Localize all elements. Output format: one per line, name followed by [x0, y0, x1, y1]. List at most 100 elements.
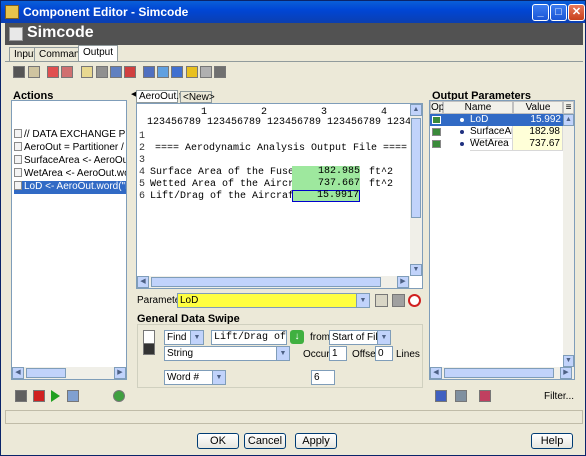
unit-label: ft^2 — [369, 167, 394, 178]
scroll-left-icon[interactable]: ◀ — [430, 367, 442, 379]
ok-button[interactable]: OK — [197, 433, 239, 449]
new-file-icon[interactable] — [81, 66, 93, 78]
close-button[interactable]: ✕ — [568, 4, 585, 21]
clear-output-icon[interactable] — [479, 390, 491, 402]
scroll-thumb[interactable] — [151, 277, 381, 287]
editor-tab-aeroout[interactable]: AeroOut.txt — [136, 90, 190, 103]
list-item[interactable]: AeroOut = Partitioner / Te — [14, 142, 126, 155]
list-item[interactable]: WetArea <- AeroOut.word — [14, 168, 126, 181]
scroll-up-icon[interactable]: ▲ — [563, 114, 574, 126]
remove-output-icon[interactable] — [455, 390, 467, 402]
component-icon — [9, 27, 23, 41]
word-select[interactable]: Word # ▼ — [164, 370, 226, 385]
output-params-table[interactable]: Op Name Value ≡ LoD 15.992 SurfaceArea 1… — [429, 100, 575, 380]
binoculars-icon[interactable] — [13, 66, 25, 78]
scroll-left-icon[interactable]: ◀ — [137, 276, 149, 288]
link-icon[interactable] — [157, 66, 169, 78]
maximize-button[interactable]: □ — [550, 4, 567, 21]
parameter-select[interactable]: LoD ▼ — [177, 293, 370, 308]
apply-button[interactable]: Apply — [295, 433, 337, 449]
editor-vscrollbar[interactable]: ▲ ▼ — [410, 104, 422, 276]
editor-hscrollbar[interactable]: ◀ ▶ — [137, 276, 410, 288]
grid-view-icon[interactable] — [392, 294, 405, 307]
tab-output[interactable]: Output — [78, 45, 119, 61]
line-number: 1 — [139, 131, 146, 142]
scroll-down-icon[interactable]: ▼ — [563, 355, 574, 367]
occur-input[interactable]: 1 — [329, 346, 347, 361]
app-icon — [5, 5, 19, 19]
clear-icon[interactable] — [408, 294, 421, 307]
table-row[interactable]: LoD 15.992 — [430, 114, 563, 126]
scroll-thumb[interactable] — [444, 368, 554, 378]
list-item[interactable]: // DATA EXCHANGE PRO — [14, 129, 126, 142]
delete-all-icon[interactable] — [61, 66, 73, 78]
actions-hscrollbar[interactable]: ◀ ▶ — [12, 367, 126, 379]
settings-icon[interactable] — [15, 390, 27, 402]
list-item[interactable]: LoD <- AeroOut.word("Lift — [14, 181, 126, 194]
folder-icon[interactable] — [186, 66, 198, 78]
matched-value: 737.667 — [292, 178, 360, 190]
offset-input[interactable]: 0 — [375, 346, 393, 361]
chevron-down-icon: ▼ — [356, 294, 369, 307]
column-header-name[interactable]: Name — [443, 101, 513, 114]
step-icon[interactable] — [67, 390, 79, 402]
action-icon — [14, 181, 22, 190]
column-header-op[interactable]: Op — [430, 101, 444, 114]
scroll-up-icon[interactable]: ▲ — [410, 104, 422, 116]
from-select[interactable]: Start of File ▼ — [329, 330, 391, 345]
chevron-down-icon: ▼ — [276, 347, 289, 360]
run-icon[interactable] — [214, 66, 226, 78]
play-icon[interactable] — [51, 390, 60, 402]
scroll-right-icon[interactable]: ▶ — [560, 367, 572, 379]
actions-list[interactable]: // DATA EXCHANGE PRO AeroOut = Partition… — [11, 100, 127, 380]
table-row[interactable]: WetArea 737.67 — [430, 138, 563, 151]
list-view-icon[interactable] — [375, 294, 388, 307]
help-button[interactable]: Help — [531, 433, 573, 449]
undo-icon[interactable] — [113, 390, 125, 402]
stop-icon[interactable] — [33, 390, 45, 402]
properties-icon[interactable] — [200, 66, 212, 78]
line-number: 2 — [139, 143, 146, 154]
scroll-left-icon[interactable]: ◀ — [12, 367, 24, 379]
column-menu-icon[interactable]: ≡ — [563, 101, 574, 114]
scroll-down-icon[interactable]: ▼ — [410, 264, 422, 276]
output-vscrollbar[interactable]: ▲ ▼ — [563, 114, 574, 367]
stop-icon[interactable] — [124, 66, 136, 78]
cancel-button[interactable]: Cancel — [244, 433, 286, 449]
list-item[interactable]: SurfaceArea <- AeroOut.w — [14, 155, 126, 168]
chevron-down-icon: ▼ — [377, 331, 390, 344]
text-editor[interactable]: 1 2 3 4 5 123456789 123456789 123456789 … — [136, 103, 423, 289]
scroll-right-icon[interactable]: ▶ — [114, 367, 126, 379]
chevron-down-icon: ▼ — [190, 331, 203, 344]
ruler-bottom: 123456789 123456789 123456789 123456789 … — [147, 117, 422, 128]
mode-select[interactable]: Find ▼ — [164, 330, 204, 345]
filter-link[interactable]: Filter... — [544, 391, 574, 402]
bullet-icon — [460, 118, 464, 122]
document-icon[interactable] — [143, 330, 155, 344]
scroll-thumb[interactable] — [26, 368, 66, 378]
minimize-button[interactable]: _ — [532, 4, 549, 21]
type-select[interactable]: String ▼ — [164, 346, 290, 361]
delete-icon[interactable] — [47, 66, 59, 78]
refresh-icon[interactable] — [171, 66, 183, 78]
copy-icon[interactable] — [96, 66, 108, 78]
network-icon[interactable] — [143, 66, 155, 78]
title-bar[interactable]: Component Editor - Simcode _ □ ✕ — [1, 1, 585, 23]
find-text-input[interactable]: Lift/Drag of — [211, 330, 287, 345]
arrow-down-icon[interactable]: ↓ — [290, 330, 304, 344]
bullet-icon — [460, 130, 464, 134]
column-header-value[interactable]: Value — [513, 101, 563, 114]
scroll-right-icon[interactable]: ▶ — [397, 276, 409, 288]
add-output-icon[interactable] — [435, 390, 447, 402]
editor-tab-new[interactable]: <New> — [180, 91, 215, 103]
stack-icon[interactable] — [143, 343, 155, 355]
status-bar — [5, 410, 583, 424]
output-hscrollbar[interactable]: ◀ ▶ — [430, 367, 574, 379]
save-icon[interactable] — [110, 66, 122, 78]
edit-icon[interactable] — [28, 66, 40, 78]
word-number-input[interactable]: 6 — [311, 370, 335, 385]
occur-label: Occur. — [303, 349, 332, 360]
table-row[interactable]: SurfaceArea 182.98 — [430, 126, 563, 139]
scroll-thumb[interactable] — [411, 118, 421, 218]
editor-line: ==== Aerodynamic Analysis Output File ==… — [155, 143, 408, 154]
